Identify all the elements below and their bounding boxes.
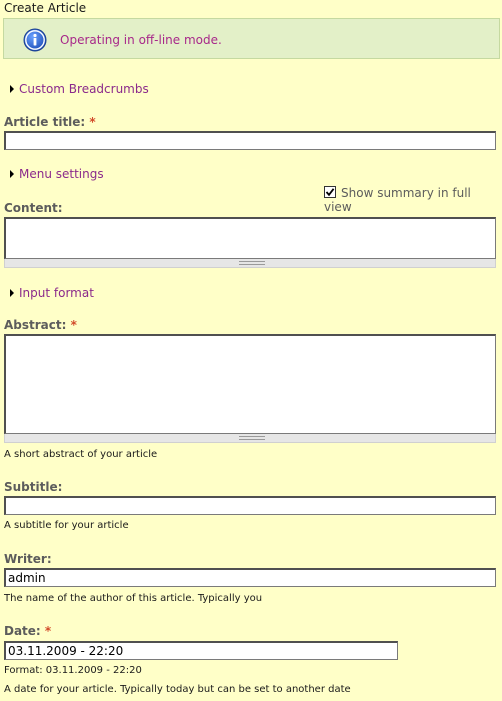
custom-breadcrumbs-label: Custom Breadcrumbs (19, 82, 149, 96)
article-title-label-text: Article title: (4, 115, 86, 129)
abstract-label-text: Abstract: (4, 318, 67, 332)
subtitle-label: Subtitle: (4, 480, 63, 494)
content-resize-grip[interactable] (4, 259, 496, 268)
date-description: A date for your article. Typically today… (4, 684, 351, 695)
input-format-toggle[interactable]: Input format (10, 286, 94, 300)
date-label: Date: * (4, 624, 51, 638)
writer-description: The name of the author of this article. … (4, 593, 263, 604)
abstract-description: A short abstract of your article (4, 449, 158, 460)
date-label-text: Date: (4, 624, 41, 638)
menu-settings-toggle[interactable]: Menu settings (10, 167, 104, 181)
article-title-input[interactable] (4, 131, 496, 150)
abstract-resize-grip[interactable] (4, 434, 496, 443)
required-marker: * (70, 318, 77, 332)
expand-triangle-icon (10, 170, 14, 178)
required-marker: * (89, 115, 96, 129)
subtitle-description: A subtitle for your article (4, 520, 129, 531)
info-icon (23, 28, 47, 52)
content-label: Content: (4, 201, 63, 215)
custom-breadcrumbs-toggle[interactable]: Custom Breadcrumbs (10, 82, 149, 96)
grip-handle-icon (239, 436, 265, 440)
writer-label: Writer: (4, 552, 52, 566)
content-textarea[interactable] (4, 217, 496, 259)
expand-triangle-icon (10, 289, 14, 297)
status-message: Operating in off-line mode. (3, 18, 500, 59)
status-text: Operating in off-line mode. (60, 33, 222, 47)
abstract-textarea[interactable] (4, 334, 496, 434)
subtitle-input[interactable] (4, 496, 496, 515)
required-marker: * (44, 624, 52, 638)
expand-triangle-icon (10, 85, 14, 93)
show-summary-label: Show summary in full view (324, 186, 471, 214)
grip-handle-icon (239, 261, 265, 265)
article-title-label: Article title: * (4, 115, 96, 129)
abstract-label: Abstract: * (4, 318, 77, 332)
page-title: Create Article (4, 1, 87, 15)
menu-settings-label: Menu settings (19, 167, 104, 181)
date-input[interactable] (4, 641, 398, 660)
show-summary-checkbox[interactable] (324, 186, 336, 198)
show-summary-option[interactable]: Show summary in full view (324, 186, 502, 214)
input-format-label: Input format (19, 286, 94, 300)
date-format-hint: Format: 03.11.2009 - 22:20 (4, 665, 142, 676)
writer-input[interactable] (4, 568, 496, 587)
